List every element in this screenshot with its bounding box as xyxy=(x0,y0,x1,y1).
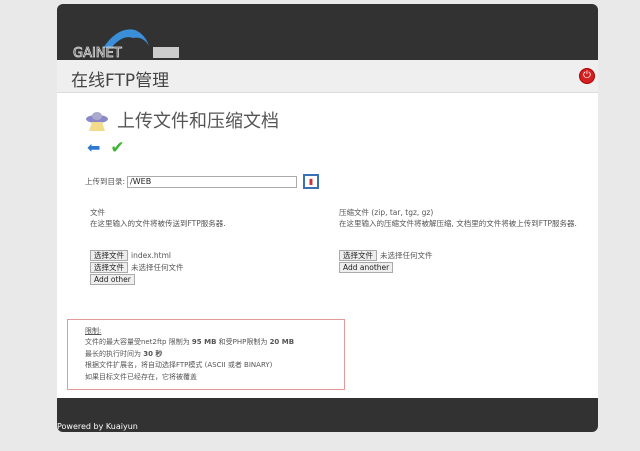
add-other-button[interactable]: Add other xyxy=(90,273,135,285)
back-arrow-icon[interactable]: ⬅ xyxy=(87,140,100,156)
page-heading: 上传文件和压缩文档 xyxy=(117,111,279,132)
file-name: index.html xyxy=(131,250,171,260)
files-desc: 在这里输入的文件将被传送到FTP服务器. xyxy=(90,219,226,228)
footer-text: Powered by Kuaiyun xyxy=(57,422,138,431)
files-section: 文件 在这里输入的文件将被传送到FTP服务器. 选择文件 index.html 选… xyxy=(90,207,226,285)
browse-directory-icon[interactable]: ▮ xyxy=(303,174,320,189)
upload-dir-label: 上传到目录: xyxy=(85,177,126,186)
choose-file-button[interactable]: 选择文件 xyxy=(90,261,128,273)
limit-mode: 根据文件扩展名，将自动选择FTP模式 (ASCII 或者 BINARY) xyxy=(85,361,273,370)
add-another-button[interactable]: Add another xyxy=(339,261,394,273)
app-window: GAINET 在线FTP管理 ⏻ 上传文件和压缩文档 ⬅ ✔ 上传到目录: /W… xyxy=(57,4,598,432)
limits-title: 限制: xyxy=(85,327,102,335)
limit-overwrite: 如果目标文件已经存在，它将被覆盖 xyxy=(85,372,197,381)
svg-text:GAINET: GAINET xyxy=(73,46,122,60)
upload-dir-input[interactable]: /WEB xyxy=(127,175,298,188)
archives-title: 压缩文件 (zip, tar, tgz, gz) xyxy=(339,208,434,217)
file-name: 未选择任何文件 xyxy=(131,262,184,272)
archives-section: 压缩文件 (zip, tar, tgz, gz) 在这里输入的压缩文件将被解压缩… xyxy=(339,207,577,273)
limit-size: 文件的最大容量受net2ftp 限制为 95 MB 和受PHP限制为 20 MB xyxy=(85,338,295,347)
files-title: 文件 xyxy=(90,208,105,217)
submit-checkmark-icon[interactable]: ✔ xyxy=(110,140,124,157)
content-panel: 上传文件和压缩文档 ⬅ ✔ 上传到目录: /WEB ▮ 文件 在这里输入的文件将… xyxy=(57,93,598,398)
choose-archive-button[interactable]: 选择文件 xyxy=(339,249,377,261)
title-bar: 在线FTP管理 ⏻ xyxy=(57,60,598,93)
limits-box: 限制: 文件的最大容量受net2ftp 限制为 95 MB 和受PHP限制为 2… xyxy=(67,319,345,390)
archive-name: 未选择任何文件 xyxy=(380,250,433,260)
ufo-icon xyxy=(86,112,108,131)
limit-time: 最长的执行时间为 30 秒 xyxy=(85,349,163,358)
archives-desc: 在这里输入的压缩文件将被解压缩, 文档里的文件将被上传到FTP服务器. xyxy=(339,219,577,228)
logout-power-icon[interactable]: ⏻ xyxy=(579,68,595,84)
gainet-logo: GAINET xyxy=(73,29,179,60)
app-title: 在线FTP管理 xyxy=(71,71,170,91)
choose-file-button[interactable]: 选择文件 xyxy=(90,249,128,261)
